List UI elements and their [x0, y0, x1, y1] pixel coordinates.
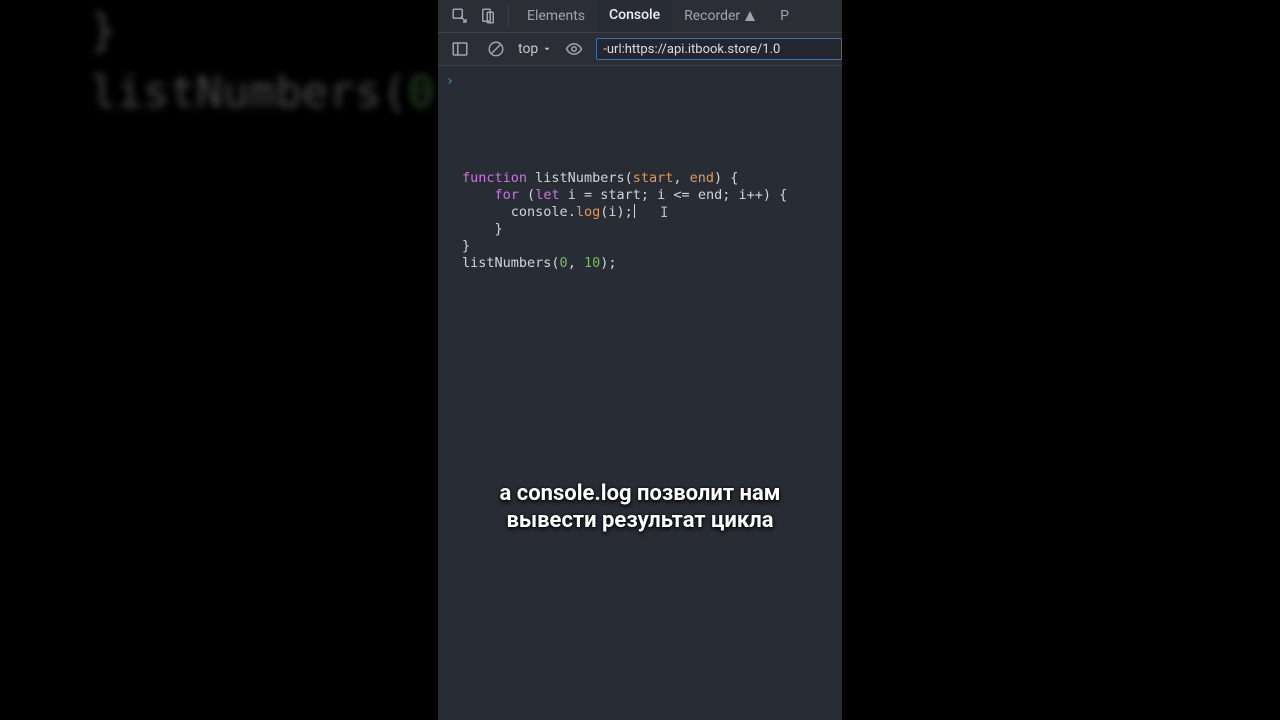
console-body[interactable]: › function listNumbers(start, end) { for… — [438, 66, 842, 720]
devtools-panel: Elements Console Recorder P top — [438, 0, 842, 720]
device-toggle-icon[interactable] — [474, 2, 502, 30]
param-start: start — [633, 170, 674, 186]
tab-recorder-label: Recorder — [684, 8, 740, 24]
tab-recorder[interactable]: Recorder — [672, 0, 768, 33]
param-end: end — [690, 170, 714, 186]
tab-elements[interactable]: Elements — [515, 0, 597, 33]
context-selector[interactable]: top — [518, 41, 552, 57]
context-label: top — [518, 41, 538, 57]
divider — [508, 6, 509, 26]
console-filter-bar: top — [438, 33, 842, 66]
bg-num: 0 — [408, 67, 435, 118]
kw-let: let — [535, 187, 559, 203]
recorder-badge-icon — [744, 10, 756, 22]
chevron-down-icon — [542, 44, 552, 54]
sidebar-toggle-icon[interactable] — [446, 35, 474, 63]
kw-for: for — [495, 187, 519, 203]
kw-function: function — [462, 170, 527, 186]
code-snippet: function listNumbers(start, end) { for (… — [462, 170, 787, 272]
console-filter-input[interactable] — [596, 38, 842, 60]
console-obj: console — [511, 204, 568, 220]
devtools-tabbar: Elements Console Recorder P — [438, 0, 842, 33]
clear-console-icon[interactable] — [482, 35, 510, 63]
text-cursor — [634, 204, 635, 218]
tab-console[interactable]: Console — [597, 0, 672, 33]
var-i: i — [568, 187, 576, 203]
fn-name: listNumbers — [535, 170, 624, 186]
bg-fn-name: listNumbers( — [90, 67, 408, 118]
log-method: log — [576, 204, 600, 220]
inspect-element-icon[interactable] — [446, 2, 474, 30]
tab-clipped[interactable]: P — [768, 0, 793, 33]
prompt-chevron-icon: › — [446, 74, 454, 89]
arg-10: 10 — [584, 255, 600, 271]
bg-brace: } — [90, 5, 117, 56]
live-expression-icon[interactable] — [560, 35, 588, 63]
arg-0: 0 — [560, 255, 568, 271]
